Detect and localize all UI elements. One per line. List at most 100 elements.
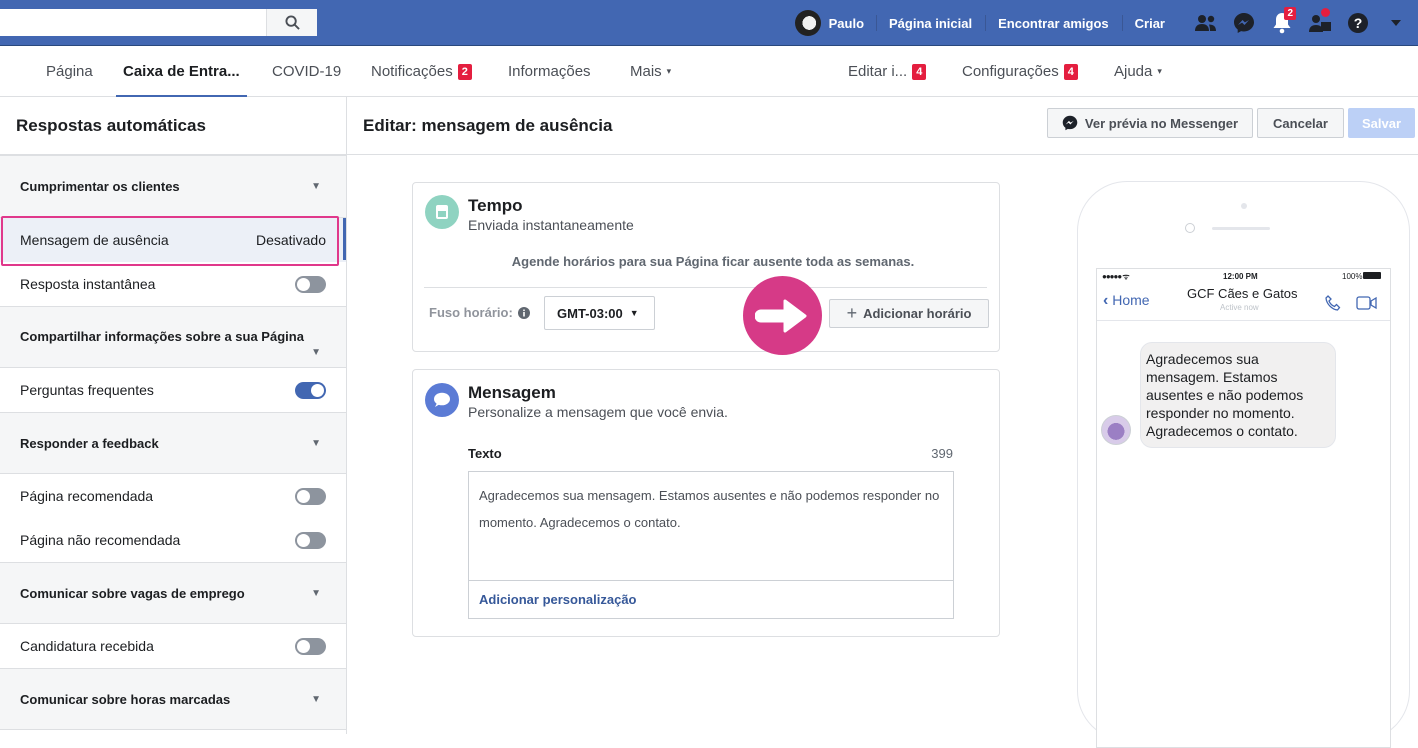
pages-icon[interactable] — [1304, 0, 1336, 46]
tab-informacoes[interactable]: Informações — [508, 46, 591, 97]
clock-icon — [425, 195, 459, 229]
signal-icon: ●●●●● ᯤ — [1102, 272, 1130, 281]
top-bar: Paulo Página inicial Encontrar amigos Cr… — [0, 0, 1418, 46]
timezone-select[interactable]: GMT-03:00 ▼ — [544, 296, 655, 330]
back-button[interactable]: ‹ Home — [1103, 292, 1150, 310]
sidebar-item-candidatura-recebida[interactable]: Candidatura recebida — [0, 624, 346, 668]
status-time: 12:00 PM — [1223, 272, 1258, 281]
active-status: Active now — [1220, 303, 1259, 312]
friends-icon[interactable] — [1190, 0, 1222, 46]
section-feedback[interactable]: Responder a feedback ▼ — [0, 412, 346, 474]
add-schedule-button[interactable]: + Adicionar horário — [829, 299, 989, 328]
tab-badge: 4 — [1063, 63, 1078, 80]
page-tab-bar: Página Caixa de Entra... COVID-19 Notifi… — [0, 46, 1418, 98]
account-menu-icon[interactable] — [1380, 0, 1412, 46]
messenger-screen: ●●●●● ᯤ 12:00 PM 100% ‹ Home GCF Cães e … — [1096, 268, 1391, 748]
chevron-left-icon: ‹ — [1103, 292, 1109, 309]
timezone-label: Fuso horário: — [429, 305, 530, 320]
tab-badge: 4 — [912, 63, 927, 80]
find-friends-link[interactable]: Encontrar amigos — [985, 0, 1122, 46]
tab-configuracoes[interactable]: Configurações 4 — [962, 46, 1078, 97]
phone-speaker — [1212, 227, 1270, 230]
toggle-switch[interactable] — [295, 381, 326, 399]
toggle-switch[interactable] — [295, 637, 326, 655]
caret-down-icon: ▼ — [629, 308, 639, 318]
home-link[interactable]: Página inicial — [876, 0, 985, 46]
tab-badge: 2 — [457, 63, 472, 80]
schedule-info: Agende horários para sua Página ficar au… — [511, 254, 915, 269]
battery-level: 100% — [1342, 272, 1363, 281]
chat-bubble-icon — [425, 383, 459, 417]
profile-link[interactable]: Paulo — [794, 10, 876, 36]
svg-text:?: ? — [1354, 15, 1363, 31]
page-avatar — [1101, 415, 1131, 445]
card-subtitle: Enviada instantaneamente — [468, 217, 634, 233]
section-cumprimentar[interactable]: Cumprimentar os clientes ▼ — [0, 155, 346, 218]
tab-caixa-de-entrada[interactable]: Caixa de Entra... — [116, 46, 247, 98]
tab-notificacoes[interactable]: Notificações 2 — [371, 46, 472, 97]
toggle-switch[interactable] — [295, 487, 326, 505]
plus-icon: + — [846, 303, 858, 323]
card-title: Mensagem — [468, 383, 556, 402]
sidebar-item-pagina-recomendada[interactable]: Página recomendada — [0, 474, 346, 518]
text-label: Texto — [468, 446, 502, 461]
message-textarea[interactable]: Agradecemos sua mensagem. Estamos ausent… — [468, 471, 954, 581]
tab-pagina[interactable]: Página — [46, 46, 93, 97]
toggle-switch[interactable] — [295, 531, 326, 549]
caret-down-icon: ▾ — [1157, 66, 1162, 76]
tab-covid-19[interactable]: COVID-19 — [272, 46, 341, 97]
cancel-button[interactable]: Cancelar — [1257, 108, 1344, 138]
phone-preview: ●●●●● ᯤ 12:00 PM 100% ‹ Home GCF Cães e … — [1077, 181, 1410, 748]
search-button[interactable] — [266, 9, 317, 36]
automated-responses-sidebar: Respostas automáticas Cumprimentar os cl… — [0, 97, 347, 734]
video-icon[interactable] — [1356, 296, 1378, 310]
chevron-down-icon: ▼ — [311, 438, 321, 449]
chevron-down-icon: ▼ — [311, 347, 321, 358]
phone-camera — [1241, 203, 1247, 209]
sidebar-title: Respostas automáticas — [0, 97, 346, 155]
create-link[interactable]: Criar — [1121, 0, 1178, 46]
page-name: GCF Cães e Gatos — [1187, 286, 1298, 301]
section-horas-marcadas[interactable]: Comunicar sobre horas marcadas ▼ — [0, 668, 346, 730]
tab-editar-info[interactable]: Editar i... 4 — [848, 46, 927, 97]
char-counter: 399 — [931, 446, 953, 461]
card-subtitle: Personalize a mensagem que você envia. — [468, 404, 728, 420]
tab-ajuda[interactable]: Ajuda ▾ — [1114, 46, 1162, 97]
time-card: Tempo Enviada instantaneamente Agende ho… — [412, 182, 1000, 352]
phone-lens — [1185, 223, 1195, 233]
caret-down-icon: ▾ — [666, 66, 672, 76]
auto-reply-bubble: Agradecemos sua mensagem. Estamos ausent… — [1140, 342, 1336, 448]
phone-icon[interactable] — [1324, 294, 1342, 312]
chevron-down-icon: ▼ — [311, 694, 321, 705]
messenger-icon — [1062, 115, 1078, 131]
chevron-down-icon: ▼ — [311, 181, 321, 192]
save-button[interactable]: Salvar — [1348, 108, 1415, 138]
notifications-icon[interactable]: 2 — [1266, 0, 1298, 46]
sidebar-item-mensagem-de-ausencia[interactable]: Mensagem de ausência Desativado — [0, 218, 346, 262]
search-icon — [284, 15, 300, 30]
section-vagas[interactable]: Comunicar sobre vagas de emprego ▼ — [0, 562, 346, 624]
messenger-header: ‹ Home GCF Cães e Gatos Active now — [1097, 285, 1390, 321]
preview-messenger-button[interactable]: Ver prévia no Messenger — [1047, 108, 1253, 138]
highlight-arrow-icon — [743, 276, 822, 355]
tab-mais[interactable]: Mais ▾ — [630, 46, 671, 97]
info-icon — [517, 306, 530, 319]
status-label: Desativado — [255, 232, 326, 248]
page-title: Editar: mensagem de ausência — [363, 115, 613, 135]
sidebar-item-resposta-instantanea[interactable]: Resposta instantânea — [0, 262, 346, 306]
notifications-badge: 2 — [1284, 7, 1296, 20]
status-bar: ●●●●● ᯤ 12:00 PM 100% — [1097, 269, 1390, 285]
messenger-icon[interactable] — [1228, 0, 1260, 46]
chevron-down-icon: ▼ — [311, 588, 321, 599]
section-compartilhar[interactable]: Compartilhar informações sobre a sua Pág… — [0, 306, 346, 368]
help-icon[interactable]: ? — [1342, 0, 1374, 46]
toggle-switch[interactable] — [295, 275, 326, 293]
selection-indicator — [343, 218, 346, 260]
sidebar-item-perguntas-frequentes[interactable]: Perguntas frequentes — [0, 368, 346, 412]
card-title: Tempo — [468, 196, 523, 215]
pages-dot — [1321, 8, 1330, 17]
avatar — [794, 10, 821, 36]
add-personalization-link[interactable]: Adicionar personalização — [468, 581, 954, 619]
divider — [424, 287, 987, 288]
sidebar-item-pagina-nao-recomendada[interactable]: Página não recomendada — [0, 518, 346, 562]
